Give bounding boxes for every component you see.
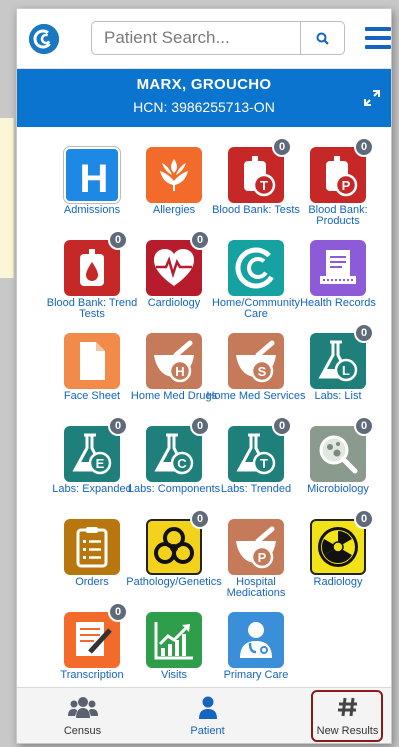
count-badge: 0: [108, 230, 128, 250]
tile-radiology[interactable]: 0 Radiology: [292, 509, 384, 602]
count-badge: 0: [108, 602, 128, 622]
svg-text:P: P: [342, 178, 351, 193]
tile-hospital-medications[interactable]: P Hospital Medications: [210, 509, 302, 602]
tile-admissions[interactable]: H Admissions: [46, 137, 138, 230]
tile-label: Blood Bank: Products: [308, 204, 368, 227]
side-note-strip: [0, 118, 14, 278]
tile-label: Radiology: [313, 576, 363, 588]
tile-home-med-drugs[interactable]: H Home Med Drugs: [128, 323, 220, 416]
tile-home-community-care[interactable]: Home/Community Care: [210, 230, 302, 323]
count-badge: 0: [354, 416, 374, 436]
count-badge: 0: [272, 137, 292, 157]
tile-health-records[interactable]: Health Records: [292, 230, 384, 323]
home-care-icon: [228, 240, 284, 296]
tile-allergies[interactable]: Allergies: [128, 137, 220, 230]
tile-primary-care[interactable]: Primary Care: [210, 602, 302, 695]
search-icon: [316, 32, 329, 45]
person-icon: [198, 696, 217, 719]
people-icon: [67, 697, 98, 718]
module-grid: H Admissions Allergies T 0 Blood Bank: T…: [17, 127, 391, 687]
wheat-icon: [146, 147, 202, 203]
svg-text:S: S: [258, 364, 267, 379]
count-badge: 0: [354, 323, 374, 343]
count-badge: 0: [190, 509, 210, 529]
tile-orders[interactable]: Orders: [46, 509, 138, 602]
tile-label: Microbiology: [307, 483, 369, 495]
svg-text:E: E: [96, 456, 105, 471]
mortar-s-icon: S: [228, 333, 284, 389]
patient-hcn: HCN: 3986255713-ON: [133, 99, 275, 115]
tile-label: Primary Care: [223, 669, 289, 681]
tile-blood-bank-products[interactable]: P 0 Blood Bank: Products: [292, 137, 384, 230]
nav-label: Census: [63, 725, 102, 737]
count-badge: 0: [354, 509, 374, 529]
health-records-icon: [310, 240, 366, 296]
nav-patient[interactable]: Patient: [145, 688, 270, 743]
svg-text:T: T: [260, 178, 268, 193]
tile-face-sheet[interactable]: Face Sheet: [46, 323, 138, 416]
tile-microbiology[interactable]: 0 Microbiology: [292, 416, 384, 509]
hospital-h-icon: H: [64, 147, 120, 203]
patient-name: MARX, GROUCHO: [136, 76, 272, 93]
new-results-highlight: [311, 690, 383, 742]
search-box: [91, 21, 345, 55]
top-bar: [17, 9, 391, 69]
app-window: MARX, GROUCHO HCN: 3986255713-ON H Admis…: [16, 8, 392, 744]
svg-text:H: H: [80, 157, 109, 201]
document-icon: [64, 333, 120, 389]
nav-label: Patient: [190, 725, 225, 737]
svg-text:H: H: [175, 364, 184, 379]
mortar-h-icon: H: [146, 333, 202, 389]
nav-census[interactable]: Census: [20, 688, 145, 743]
hamburger-icon[interactable]: [365, 27, 391, 49]
tile-label: Labs: List: [314, 390, 362, 402]
tile-label: Health Records: [300, 297, 376, 309]
bottom-nav: Census Patient New Results: [17, 687, 391, 743]
svg-text:T: T: [260, 456, 268, 471]
search-button[interactable]: [300, 22, 344, 54]
svg-text:C: C: [177, 456, 187, 471]
count-badge: 0: [108, 416, 128, 436]
tile-labs-list[interactable]: L 0 Labs: List: [292, 323, 384, 416]
doctor-icon: [228, 612, 284, 668]
svg-text:P: P: [258, 550, 267, 565]
patient-banner: MARX, GROUCHO HCN: 3986255713-ON: [17, 69, 391, 127]
count-badge: 0: [354, 137, 374, 157]
tile-labs-trended[interactable]: T 0 Labs: Trended: [210, 416, 302, 509]
svg-text:L: L: [342, 363, 350, 378]
count-badge: 0: [190, 416, 210, 436]
c-logo-icon[interactable]: [29, 24, 59, 54]
count-badge: 0: [190, 230, 210, 250]
expand-icon[interactable]: [363, 89, 381, 107]
tile-visits[interactable]: Visits: [128, 602, 220, 695]
tile-blood-bank-trend-tests[interactable]: 0 Blood Bank: Trend Tests: [46, 230, 138, 323]
mortar-p-icon: P: [228, 519, 284, 575]
clipboard-icon: [64, 519, 120, 575]
patient-search-input[interactable]: [92, 22, 292, 54]
chart-up-icon: [146, 612, 202, 668]
count-badge: 0: [272, 416, 292, 436]
tile-labs-components[interactable]: C 0 Labs: Components: [128, 416, 220, 509]
tile-home-med-services[interactable]: S Home Med Services: [206, 323, 306, 416]
tile-transcription[interactable]: 0 Transcription: [46, 602, 138, 695]
tile-labs-expanded[interactable]: E 0 Labs: Expanded: [46, 416, 138, 509]
